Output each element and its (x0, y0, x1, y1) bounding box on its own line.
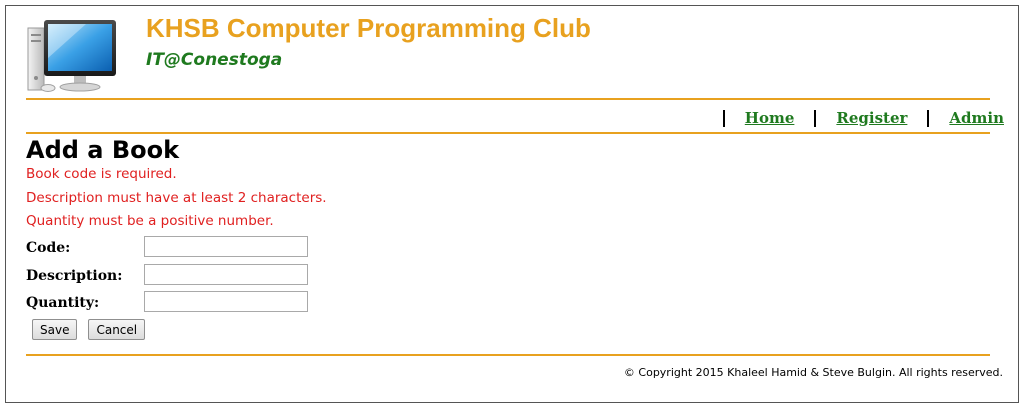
code-label: Code: (26, 240, 71, 256)
add-book-form: Code: Description: Quantity: (26, 236, 326, 319)
page-title: Add a Book (26, 136, 180, 164)
quantity-label: Quantity: (26, 295, 100, 311)
code-input[interactable] (144, 236, 308, 257)
form-row-quantity: Quantity: (26, 291, 326, 319)
nav-separator (814, 109, 817, 127)
nav-link-home[interactable]: Home (745, 109, 795, 127)
validation-errors: Book code is required. Description must … (26, 165, 327, 236)
copyright-notice: © Copyright 2015 Khaleel Hamid & Steve B… (623, 366, 1003, 379)
nav-separator (927, 109, 930, 127)
nav-link-register[interactable]: Register (836, 109, 907, 127)
nav-divider (26, 132, 990, 134)
nav-item-admin: Admin (927, 109, 1004, 127)
description-label: Description: (26, 267, 123, 284)
error-message-description: Description must have at least 2 charact… (26, 189, 327, 206)
site-header: KHSB Computer Programming Club IT@Conest… (26, 13, 990, 98)
site-title: KHSB Computer Programming Club (146, 13, 591, 43)
footer-divider (26, 354, 990, 356)
description-input[interactable] (144, 263, 308, 285)
error-message-code: Book code is required. (26, 166, 177, 182)
nav-item-register: Register (814, 109, 907, 127)
save-button[interactable]: Save (32, 319, 78, 340)
cancel-button[interactable]: Cancel (88, 319, 146, 340)
error-message-quantity: Quantity must be a positive number. (26, 213, 274, 229)
form-row-description: Description: (26, 263, 326, 292)
header-divider (26, 98, 990, 100)
computer-monitor-icon (27, 20, 116, 92)
nav-link-admin[interactable]: Admin (949, 109, 1004, 127)
form-buttons: Save Cancel (32, 319, 146, 340)
main-nav: Home Register Admin (703, 108, 1004, 128)
nav-separator (722, 109, 725, 127)
nav-item-home: Home (722, 109, 795, 127)
quantity-input[interactable] (144, 291, 308, 312)
form-row-code: Code: (26, 236, 326, 264)
site-subtitle: IT@Conestoga (146, 50, 283, 70)
